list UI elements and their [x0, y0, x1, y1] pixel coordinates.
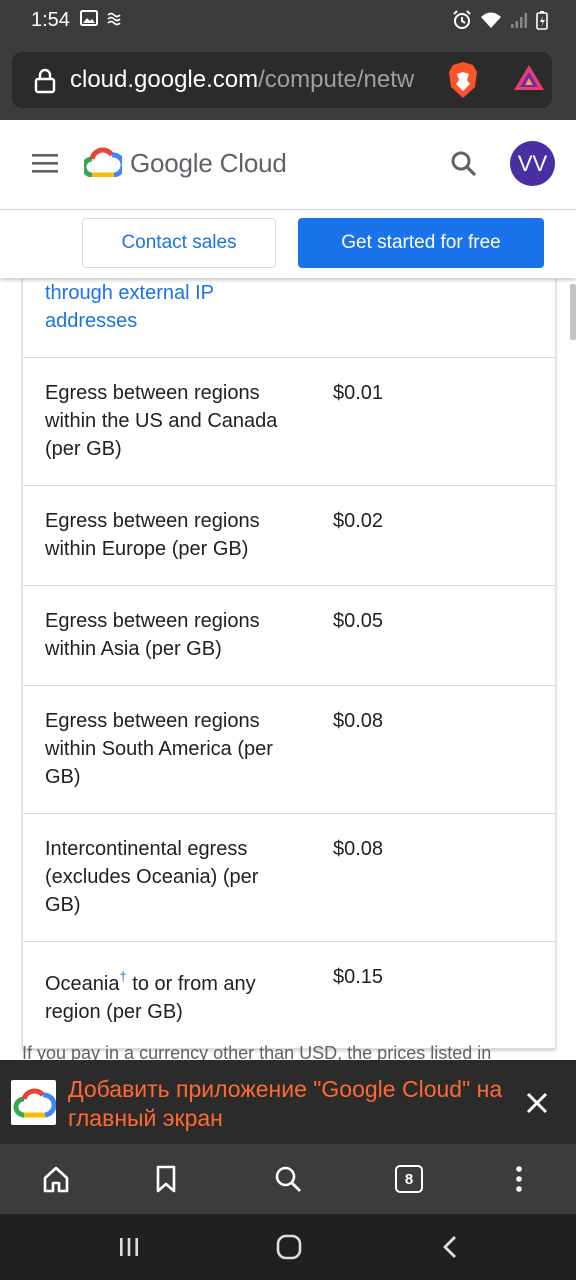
signal-icon [510, 11, 528, 34]
row-label: Oceania† to or from any region (per GB) [45, 942, 295, 1048]
url-host: cloud.google.com [70, 66, 259, 93]
row-price: $0.08 [333, 710, 384, 732]
table-row: Egress between regions within Europe (pe… [23, 486, 555, 586]
oceania-footnote-link[interactable]: † [120, 969, 127, 984]
brave-shields-icon[interactable] [446, 60, 480, 105]
table-row: Egress between regions within South Amer… [23, 686, 555, 814]
row-price: $0.02 [333, 510, 384, 532]
page-scrollbar[interactable] [570, 284, 576, 340]
row-label: Egress between regions within South Amer… [45, 710, 273, 788]
data-saver-notification-icon [106, 10, 122, 31]
address-bar[interactable]: cloud.google.com/compute/netw [12, 52, 552, 108]
table-row: through external IP addresses [23, 278, 555, 358]
contact-sales-button[interactable]: Contact sales [82, 218, 276, 268]
row-label: Egress between regions within the US and… [45, 382, 278, 460]
google-cloud-app-icon [11, 1080, 57, 1125]
site-header: Google Cloud VV [0, 120, 576, 210]
oceania-label: Oceania [45, 973, 120, 995]
cta-bar: Contact sales Get started for free [0, 210, 576, 278]
add-to-home-text[interactable]: Добавить приложение "Google Cloud" на гл… [68, 1075, 508, 1133]
row-price: $0.15 [333, 966, 384, 988]
currency-footnote: If you pay in a currency other than USD,… [22, 1043, 492, 1060]
row-price: $0.01 [333, 382, 384, 404]
table-row: Egress between regions within the US and… [23, 358, 555, 486]
row-label: Egress between regions within Asia (per … [45, 610, 260, 660]
status-bar: 1:54 [0, 0, 576, 40]
battery-icon [536, 10, 548, 35]
google-cloud-wordmark[interactable]: Google Cloud [130, 148, 287, 179]
url-text[interactable]: cloud.google.com/compute/netw [70, 66, 442, 94]
search-icon[interactable] [450, 150, 478, 183]
row-label: Egress between regions within Europe (pe… [45, 510, 260, 560]
browser-toolbar: cloud.google.com/compute/netw [0, 40, 576, 120]
home-icon[interactable] [42, 1165, 70, 1198]
close-icon[interactable] [525, 1091, 549, 1120]
pricing-table: through external IP addresses Egress bet… [22, 278, 556, 1049]
row-price: $0.08 [333, 838, 384, 860]
url-path: /compute/netw [258, 66, 415, 93]
system-navigation-bar [0, 1214, 576, 1280]
avatar[interactable]: VV [510, 141, 555, 186]
add-to-home-banner[interactable]: Добавить приложение "Google Cloud" на гл… [0, 1060, 576, 1144]
tab-switcher-button[interactable]: 8 [395, 1165, 423, 1193]
table-row: Oceania† to or from any region (per GB) … [23, 942, 555, 1048]
alarm-icon [452, 10, 472, 35]
brave-rewards-icon[interactable] [512, 63, 546, 98]
lock-icon [34, 68, 56, 99]
hamburger-menu-icon[interactable] [32, 152, 58, 179]
wifi-icon [480, 11, 502, 34]
status-time: 1:54 [31, 9, 70, 31]
home-nav-icon[interactable] [276, 1234, 302, 1265]
gallery-notification-icon [80, 10, 98, 31]
google-cloud-logo-icon[interactable] [81, 147, 126, 182]
external-ip-link[interactable]: through external IP addresses [45, 278, 295, 357]
search-icon[interactable] [274, 1165, 302, 1198]
row-price: $0.05 [333, 610, 384, 632]
browser-bottom-toolbar: 8 [0, 1144, 576, 1214]
recent-apps-icon[interactable] [118, 1234, 140, 1265]
bookmark-icon[interactable] [155, 1165, 177, 1198]
table-row: Intercontinental egress (excludes Oceani… [23, 814, 555, 942]
more-options-icon[interactable] [514, 1165, 524, 1198]
table-row: Egress between regions within Asia (per … [23, 586, 555, 686]
back-icon[interactable] [440, 1234, 460, 1265]
page-content: through external IP addresses Egress bet… [0, 278, 576, 1060]
row-label: Intercontinental egress (excludes Oceani… [45, 838, 259, 916]
get-started-button[interactable]: Get started for free [298, 218, 544, 268]
